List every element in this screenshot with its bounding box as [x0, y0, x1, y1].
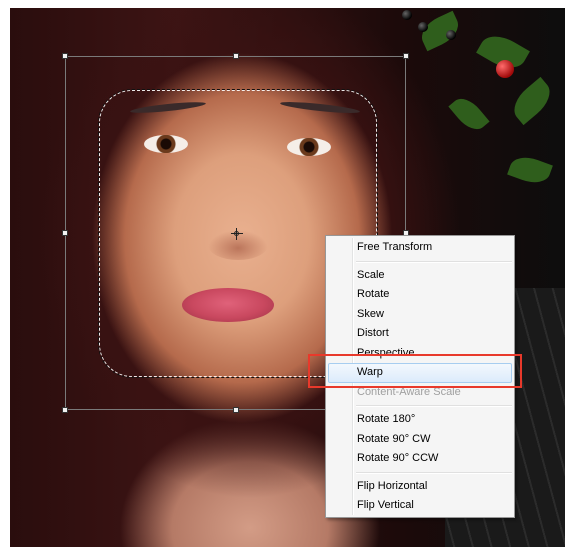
menu-item-rotate[interactable]: Rotate — [326, 285, 514, 305]
dark-berry — [446, 30, 456, 40]
menu-item-rotate-90-ccw[interactable]: Rotate 90° CCW — [326, 449, 514, 469]
menu-separator — [356, 471, 512, 474]
editor-window: Free Transform Scale Rotate Skew Distort… — [0, 0, 565, 547]
red-berry — [496, 60, 514, 78]
transform-handle-bottom-center[interactable] — [233, 407, 239, 413]
reference-point-icon[interactable] — [231, 228, 243, 240]
leaf-decoration — [506, 76, 558, 126]
menu-item-free-transform[interactable]: Free Transform — [326, 238, 514, 258]
reference-point-circle — [234, 231, 239, 236]
transform-handle-top-center[interactable] — [233, 53, 239, 59]
transform-handle-top-left[interactable] — [62, 53, 68, 59]
leaf-decoration — [507, 151, 553, 189]
transform-handle-bottom-left[interactable] — [62, 407, 68, 413]
dark-berry — [402, 10, 412, 20]
menu-item-flip-horizontal[interactable]: Flip Horizontal — [326, 477, 514, 497]
menu-separator — [356, 405, 512, 407]
transform-handle-top-right[interactable] — [403, 53, 409, 59]
highlight-annotation-box — [308, 354, 522, 388]
menu-item-scale[interactable]: Scale — [326, 266, 514, 286]
menu-item-skew[interactable]: Skew — [326, 305, 514, 325]
menu-item-distort[interactable]: Distort — [326, 324, 514, 344]
menu-item-rotate-90-cw[interactable]: Rotate 90° CW — [326, 430, 514, 450]
leaf-decoration — [448, 92, 490, 136]
transform-handle-middle-left[interactable] — [62, 230, 68, 236]
menu-separator — [356, 260, 512, 263]
menu-item-rotate-180[interactable]: Rotate 180° — [326, 410, 514, 430]
menu-item-flip-vertical[interactable]: Flip Vertical — [326, 496, 514, 516]
dark-berry — [418, 22, 428, 32]
